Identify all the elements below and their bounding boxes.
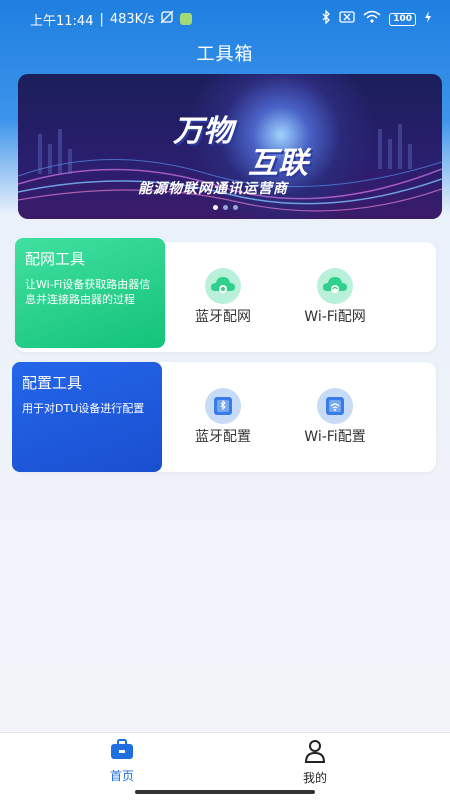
card-description: 用于对DTU设备进行配置 xyxy=(22,402,145,415)
toolbox-icon xyxy=(82,739,162,765)
carousel-dot xyxy=(223,205,228,210)
option-label: 蓝牙配置 xyxy=(195,429,251,445)
app-notification-icon xyxy=(180,13,193,25)
charging-icon xyxy=(424,11,432,27)
option-label: Wi-Fi配网 xyxy=(304,309,366,325)
wifi-icon xyxy=(363,10,381,28)
option-label: 蓝牙配网 xyxy=(195,309,251,325)
battery-icon: 100 xyxy=(389,12,416,26)
device-wifi-icon xyxy=(317,388,353,424)
nav-item-home[interactable]: 首页 xyxy=(82,739,162,784)
home-indicator[interactable] xyxy=(135,790,315,794)
bluetooth-icon xyxy=(321,9,331,28)
bluetooth-provision-button[interactable]: 蓝牙配网 xyxy=(163,242,283,352)
status-separator: | xyxy=(99,11,104,27)
device-config-info: 配置工具 用于对DTU设备进行配置 xyxy=(12,362,162,472)
cloud-bluetooth-icon xyxy=(205,268,241,304)
banner-carousel[interactable]: 万物 互联 能源物联网通讯运营商 xyxy=(18,74,442,219)
carousel-dot xyxy=(233,205,238,210)
banner-headline-2: 互联 xyxy=(248,146,308,181)
cloud-wifi-icon xyxy=(317,268,353,304)
nav-label: 我的 xyxy=(302,771,327,785)
page-title: 工具箱 xyxy=(196,44,254,65)
device-bluetooth-icon xyxy=(205,388,241,424)
option-label: Wi-Fi配置 xyxy=(304,429,366,445)
banner-subtitle: 能源物联网通讯运营商 xyxy=(138,181,288,197)
card-description: 让Wi-Fi设备获取路由器信息并连接路由器的过程 xyxy=(25,278,151,306)
carousel-indicator xyxy=(213,205,238,210)
status-bar: 上午11:44 | 483K/s 100 xyxy=(0,0,450,38)
status-time: 上午11:44 xyxy=(30,13,94,29)
nav-item-profile[interactable]: 我的 xyxy=(275,739,355,786)
device-config-card: 配置工具 用于对DTU设备进行配置 蓝牙配置 Wi-Fi配置 xyxy=(12,362,436,472)
wifi-config-button[interactable]: Wi-Fi配置 xyxy=(275,362,395,472)
no-sim-icon xyxy=(160,10,174,28)
bluetooth-config-button[interactable]: 蓝牙配置 xyxy=(163,362,283,472)
card-title: 配置工具 xyxy=(22,374,83,392)
carousel-dot xyxy=(213,205,218,210)
nav-label: 首页 xyxy=(109,769,134,783)
network-config-card: 配网工具 让Wi-Fi设备获取路由器信息并连接路由器的过程 蓝牙配网 Wi-Fi… xyxy=(15,238,436,352)
user-icon xyxy=(275,739,355,767)
card-title: 配网工具 xyxy=(25,250,86,268)
sim-icon xyxy=(339,11,355,27)
status-speed: 483K/s xyxy=(109,11,155,27)
banner-headline-1: 万物 xyxy=(173,114,233,149)
network-config-info: 配网工具 让Wi-Fi设备获取路由器信息并连接路由器的过程 xyxy=(15,238,165,348)
wifi-provision-button[interactable]: Wi-Fi配网 xyxy=(275,242,395,352)
